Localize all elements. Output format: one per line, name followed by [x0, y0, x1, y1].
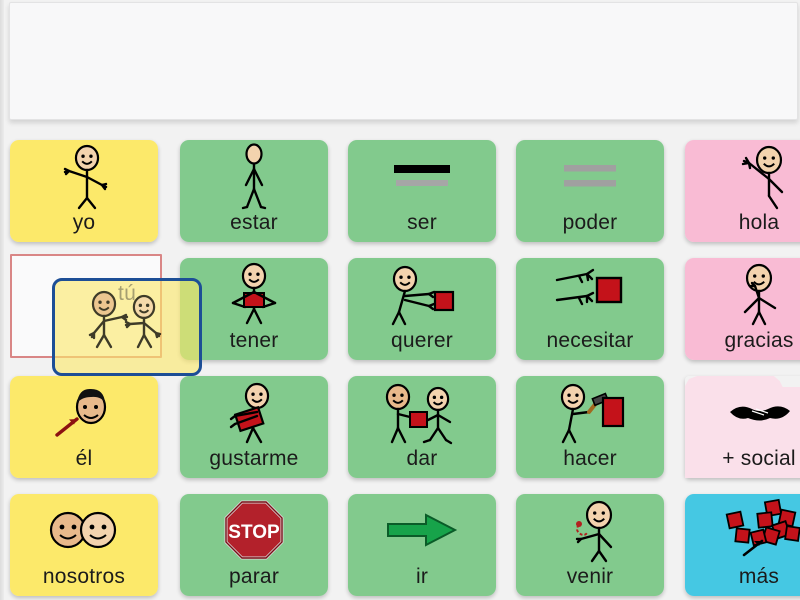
message-bar[interactable]: [9, 2, 798, 120]
cell-label: ir: [415, 565, 429, 588]
cell-surface: gracias: [685, 258, 800, 360]
cell-ir[interactable]: ir: [348, 494, 496, 596]
person-hand-to-chin-icon: [685, 262, 800, 326]
cell-yo[interactable]: yo: [10, 140, 158, 242]
cell-parar[interactable]: STOP parar: [180, 494, 328, 596]
cell-nosotros[interactable]: nosotros: [10, 494, 158, 596]
green-right-arrow-icon: [348, 498, 496, 562]
handshake-icon: [685, 380, 800, 444]
cell-label: gracias: [724, 329, 794, 352]
cell-m-s[interactable]: más: [685, 494, 800, 596]
cell-label: dar: [406, 447, 438, 470]
cell-querer[interactable]: querer: [348, 258, 496, 360]
cell-surface: venir: [516, 494, 664, 596]
cell-surface: poder: [516, 140, 664, 242]
cell-label: nosotros: [42, 565, 126, 588]
stop-sign-icon: STOP: [180, 498, 328, 562]
aac-board-app: yo estar ser poder hola tú tener querer necesita…: [0, 0, 800, 600]
cell-surface: él: [10, 376, 158, 478]
cell-hola[interactable]: hola: [685, 140, 800, 242]
app-left-edge: [0, 0, 4, 600]
person-hugging-red-box-icon: [180, 380, 328, 444]
cell-ser[interactable]: ser: [348, 140, 496, 242]
cell-necesitar[interactable]: necesitar: [516, 258, 664, 360]
hands-reaching-red-box-icon: [516, 262, 664, 326]
cell-surface: ser: [348, 140, 496, 242]
cell-surface: STOP parar: [180, 494, 328, 596]
cell-surface: ir: [348, 494, 496, 596]
standing-stick-figure-icon: [180, 143, 328, 210]
dragged-cell-label: tú: [118, 282, 136, 305]
cell-surface: nosotros: [10, 494, 158, 596]
cell-label: venir: [566, 565, 614, 588]
cell-label: él: [75, 447, 93, 470]
cell-surface: gustarme: [180, 376, 328, 478]
cell-gustarme[interactable]: gustarme: [180, 376, 328, 478]
svg-text:STOP: STOP: [228, 522, 280, 543]
cell-label: hola: [738, 211, 780, 234]
cell-social[interactable]: + social: [685, 376, 800, 478]
cell-label: más: [738, 565, 780, 588]
cell-tener[interactable]: tener: [180, 258, 328, 360]
person-waving-icon: [685, 144, 800, 210]
cell-surface: + social: [685, 376, 800, 478]
person-hammering-icon: [516, 380, 664, 444]
two-faces-icon: [10, 498, 158, 562]
cell-surface: hacer: [516, 376, 664, 478]
cell-hacer[interactable]: hacer: [516, 376, 664, 478]
cell-label: + social: [722, 447, 796, 470]
cell-label: gustarme: [209, 447, 299, 470]
cell-label: tener: [229, 329, 279, 352]
equals-one-bold-bar-icon: [348, 144, 496, 208]
cell-surface: yo: [10, 140, 158, 242]
cell-label: poder: [562, 211, 618, 234]
dragged-cell-tu[interactable]: tú: [52, 278, 202, 376]
cell-surface: hola: [685, 140, 800, 242]
cell-surface: necesitar: [516, 258, 664, 360]
cell-estar[interactable]: estar: [180, 140, 328, 242]
cell-surface: dar: [348, 376, 496, 478]
cell-label: parar: [228, 565, 280, 588]
cell-surface: más: [685, 494, 800, 596]
cell-label: hacer: [563, 447, 617, 470]
cell-poder[interactable]: poder: [516, 140, 664, 242]
cell-label: estar: [230, 211, 278, 234]
person-pointing-self-icon: [10, 144, 158, 210]
cell-gracias[interactable]: gracias: [685, 258, 800, 360]
cell-surface: estar: [180, 140, 328, 242]
equals-two-gray-bars-icon: [516, 144, 664, 208]
person-reaching-red-box-icon: [348, 262, 496, 326]
cell-label: yo: [72, 211, 96, 234]
cell-surface: tener: [180, 258, 328, 360]
cell-label: necesitar: [546, 329, 634, 352]
cell-label: querer: [391, 329, 453, 352]
scattered-red-squares-icon: [685, 498, 800, 562]
cell-venir[interactable]: venir: [516, 494, 664, 596]
cell-dar[interactable]: dar: [348, 376, 496, 478]
cell-label: ser: [407, 211, 437, 234]
cell-l[interactable]: él: [10, 376, 158, 478]
cell-surface: querer: [348, 258, 496, 360]
dark-hair-face-arrow-icon: [10, 380, 158, 444]
person-holding-red-box-icon: [180, 262, 328, 326]
person-giving-box-icon: [348, 380, 496, 445]
person-beckoning-icon: [516, 498, 664, 563]
